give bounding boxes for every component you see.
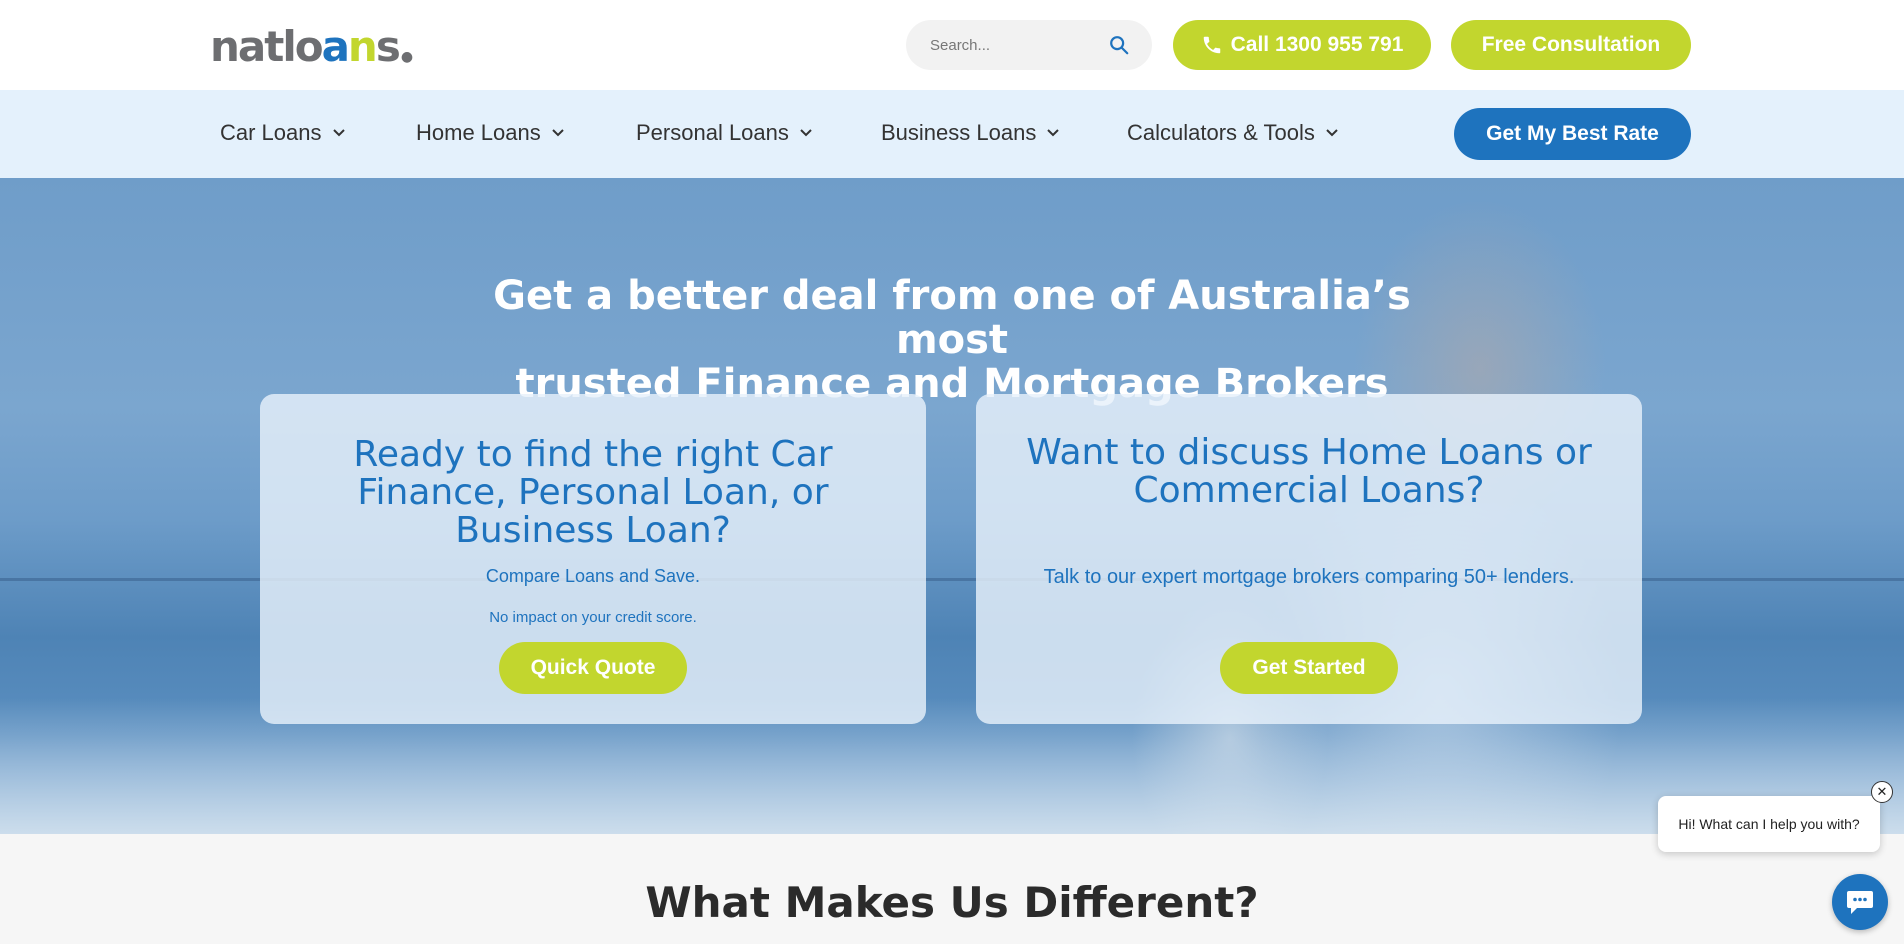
credit-score-note: No impact on your credit score.: [489, 609, 697, 626]
free-consultation-button[interactable]: Free Consultation: [1451, 20, 1691, 70]
call-button[interactable]: Call 1300 955 791: [1173, 20, 1431, 70]
section-heading: What Makes Us Different?: [645, 878, 1259, 927]
nav-item-business-loans[interactable]: Business Loans: [881, 120, 1060, 146]
what-makes-us-different-section: What Makes Us Different?: [0, 834, 1904, 944]
nav-item-personal-loans[interactable]: Personal Loans: [636, 120, 813, 146]
card-heading: Want to discuss Home Loans or Commercial…: [1026, 432, 1592, 511]
chat-close-button[interactable]: ✕: [1871, 781, 1893, 803]
home-commercial-loan-card: Want to discuss Home Loans or Commercial…: [976, 394, 1642, 724]
nav-item-car-loans[interactable]: Car Loans: [220, 120, 346, 146]
chevron-down-icon: [552, 129, 564, 137]
free-consultation-label: Free Consultation: [1481, 33, 1661, 56]
natloans-logo[interactable]: natlo a n s ●: [210, 22, 413, 71]
hero-title-line: Get a better deal from one of Australia’…: [493, 273, 1411, 363]
chevron-down-icon: [800, 129, 812, 137]
nav-item-label: Home Loans: [416, 120, 541, 145]
chevron-down-icon: [1047, 129, 1060, 137]
chat-greeting-bubble[interactable]: Hi! What can I help you with?: [1658, 796, 1880, 852]
card-subtext: Talk to our expert mortgage brokers comp…: [1043, 566, 1575, 588]
nav-item-label: Car Loans: [220, 120, 322, 145]
chat-greeting-text: Hi! What can I help you with?: [1678, 816, 1860, 832]
chevron-down-icon: [332, 129, 345, 137]
nav-item-calculators-tools[interactable]: Calculators & Tools: [1127, 120, 1339, 146]
quick-quote-button[interactable]: Quick Quote: [499, 642, 687, 694]
call-button-label: Call 1300 955 791: [1230, 33, 1404, 56]
nav-item-label: Calculators & Tools: [1127, 120, 1315, 145]
close-icon: ✕: [1876, 784, 1888, 799]
top-header: natloans● Call 1300 955 791 Free Consult…: [0, 0, 1904, 90]
nav-item-label: Personal Loans: [636, 120, 789, 145]
card-heading: Ready to find the right Car Finance, Per…: [353, 434, 833, 551]
hero-title: Get a better deal from one of Australia’…: [452, 274, 1452, 406]
hero-banner: Get a better deal from one of Australia’…: [0, 178, 1904, 834]
nav-item-home-loans[interactable]: Home Loans: [416, 120, 565, 146]
get-best-rate-button[interactable]: Get My Best Rate: [1454, 108, 1691, 160]
chevron-down-icon: [1326, 129, 1338, 137]
card-subtext: Compare Loans and Save.: [485, 566, 701, 586]
search-box[interactable]: [906, 20, 1152, 70]
get-started-button[interactable]: Get Started: [1220, 642, 1398, 694]
get-started-label: Get Started: [1252, 656, 1366, 679]
main-nav: Car Loans Home Loans Personal Loans Busi…: [0, 90, 1904, 178]
get-best-rate-label: Get My Best Rate: [1486, 122, 1659, 145]
search-input[interactable]: [930, 36, 1100, 54]
car-personal-business-loan-card: Ready to find the right Car Finance, Per…: [260, 394, 926, 724]
chat-icon: [1847, 891, 1873, 914]
quick-quote-label: Quick Quote: [530, 656, 656, 679]
phone-icon: [1203, 36, 1220, 54]
chat-launcher-button[interactable]: [1832, 874, 1888, 930]
nav-item-label: Business Loans: [881, 120, 1037, 145]
search-icon[interactable]: [1108, 34, 1130, 56]
